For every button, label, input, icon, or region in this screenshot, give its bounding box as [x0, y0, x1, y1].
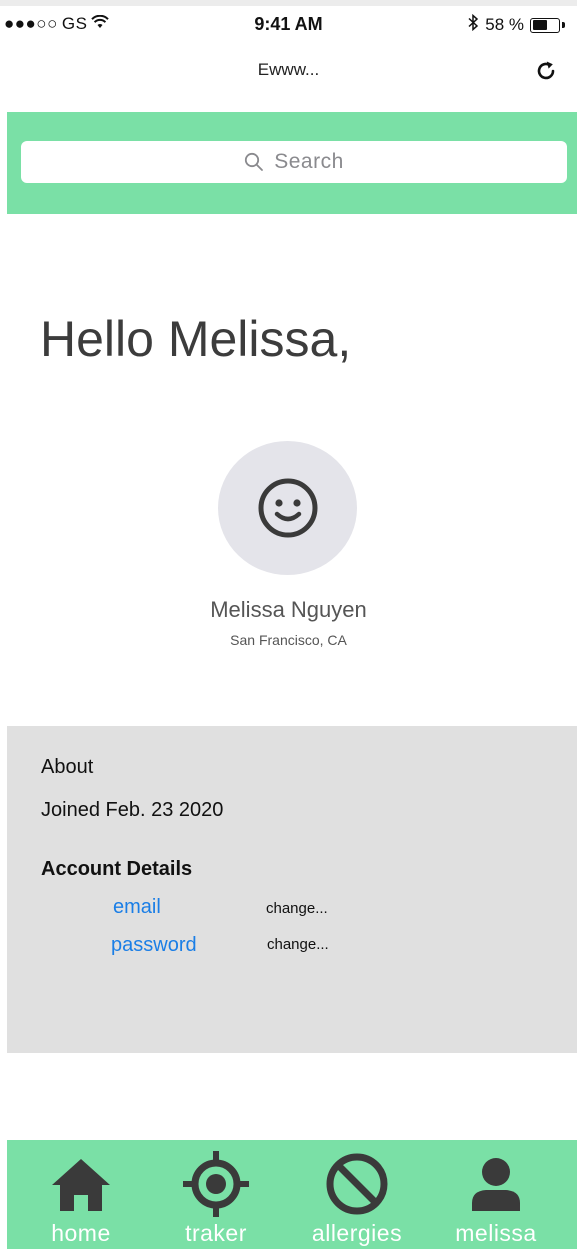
status-right: 58 %	[467, 13, 565, 36]
tab-bar: home traker allergies melissa	[7, 1140, 577, 1249]
change-email-link[interactable]: change...	[266, 900, 328, 917]
avatar[interactable]	[218, 441, 357, 575]
battery-percent: 58 %	[485, 15, 524, 34]
greeting-heading: Hello Melissa,	[40, 311, 352, 367]
tab-home[interactable]: home	[21, 1140, 141, 1249]
about-panel: About Joined Feb. 23 2020 Account Detail…	[7, 726, 577, 1053]
about-heading: About	[41, 756, 94, 778]
email-label[interactable]: email	[113, 896, 161, 919]
home-icon	[21, 1150, 141, 1218]
search-band: Search	[7, 112, 577, 214]
tab-traker[interactable]: traker	[156, 1140, 276, 1249]
search-placeholder: Search	[274, 150, 344, 173]
password-label[interactable]: password	[111, 934, 197, 957]
tab-allergies[interactable]: allergies	[297, 1140, 417, 1249]
tab-allergies-label: allergies	[311, 1220, 403, 1246]
change-password-link[interactable]: change...	[267, 936, 329, 953]
battery-level	[532, 20, 547, 30]
smiley-icon	[258, 478, 317, 538]
search-icon	[245, 152, 264, 171]
status-bar: ●●●○○ GS 9:41 AM 58 %	[0, 0, 577, 44]
account-details-heading: Account Details	[41, 858, 193, 880]
search-input[interactable]: Search	[21, 141, 567, 183]
profile-location: San Francisco, CA	[230, 632, 347, 648]
reload-button[interactable]	[529, 54, 563, 88]
reload-icon	[537, 61, 555, 80]
navigation-bar: Ewww...	[0, 44, 577, 112]
tab-melissa[interactable]: melissa	[436, 1140, 556, 1249]
battery-icon	[530, 17, 560, 33]
profile-name: Melissa Nguyen	[210, 597, 367, 622]
person-icon	[436, 1150, 556, 1218]
page-title: Ewww...	[257, 60, 320, 79]
tab-melissa-label: melissa	[455, 1220, 537, 1246]
bluetooth-icon	[467, 13, 479, 36]
battery-tip	[562, 22, 565, 28]
crosshair-icon	[156, 1150, 276, 1218]
prohibited-icon	[297, 1150, 417, 1218]
tab-home-label: home	[51, 1220, 111, 1246]
tab-traker-label: traker	[185, 1220, 247, 1246]
joined-date: Joined Feb. 23 2020	[41, 799, 224, 821]
